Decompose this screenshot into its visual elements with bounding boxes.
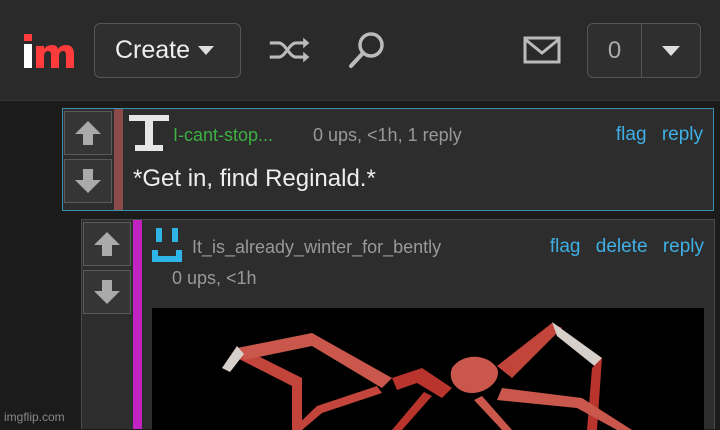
flag-link[interactable]: flag <box>550 236 581 257</box>
comment-actions: flag delete reply <box>540 236 704 258</box>
top-navbar: Create 0 <box>0 0 720 101</box>
avatar[interactable] <box>129 115 169 153</box>
arrow-down-icon <box>94 280 120 304</box>
mail-icon[interactable] <box>520 30 564 70</box>
arrow-up-icon <box>94 232 120 256</box>
downvote-button[interactable] <box>64 159 112 203</box>
search-icon[interactable] <box>345 30 389 70</box>
vote-column <box>63 109 113 210</box>
comment-meta: 0 ups, <1h, 1 reply <box>313 125 462 145</box>
avatar[interactable] <box>148 226 186 264</box>
delete-link[interactable]: delete <box>596 236 648 257</box>
username-link[interactable]: I-cant-stop... <box>173 125 273 146</box>
notification-count[interactable]: 0 <box>588 24 642 77</box>
vote-column <box>82 220 132 429</box>
upvote-button[interactable] <box>83 222 131 266</box>
comment: I-cant-stop... 0 ups, <1h, 1 reply flag … <box>62 108 714 211</box>
upvote-button[interactable] <box>64 111 112 155</box>
comment-actions: flag reply <box>606 124 703 146</box>
notifications-dropdown[interactable]: 0 <box>587 23 701 78</box>
shuffle-icon[interactable] <box>268 30 312 70</box>
comment-image[interactable] <box>152 308 704 430</box>
reply-link[interactable]: reply <box>663 236 704 257</box>
comment: It_is_already_winter_for_bently 0 ups, <… <box>81 219 715 430</box>
chevron-down-icon <box>662 45 680 56</box>
flag-link[interactable]: flag <box>616 124 647 145</box>
imgflip-logo[interactable] <box>22 30 78 72</box>
chevron-down-icon <box>198 46 215 55</box>
create-button[interactable]: Create <box>94 23 241 78</box>
comment-thread-stripe <box>133 220 142 429</box>
comment-text: *Get in, find Reginald.* <box>133 165 376 192</box>
arrow-up-icon <box>75 121 101 145</box>
comment-meta: 0 ups, <1h <box>172 268 257 288</box>
arrow-down-icon <box>75 169 101 193</box>
spider-crab-image <box>222 322 632 430</box>
comment-thread-stripe <box>114 109 123 210</box>
create-label: Create <box>115 36 191 64</box>
username-link[interactable]: It_is_already_winter_for_bently <box>192 237 441 258</box>
downvote-button[interactable] <box>83 270 131 314</box>
notification-dropdown-toggle[interactable] <box>642 24 700 77</box>
watermark: imgflip.com <box>4 410 65 424</box>
reply-link[interactable]: reply <box>662 124 703 145</box>
